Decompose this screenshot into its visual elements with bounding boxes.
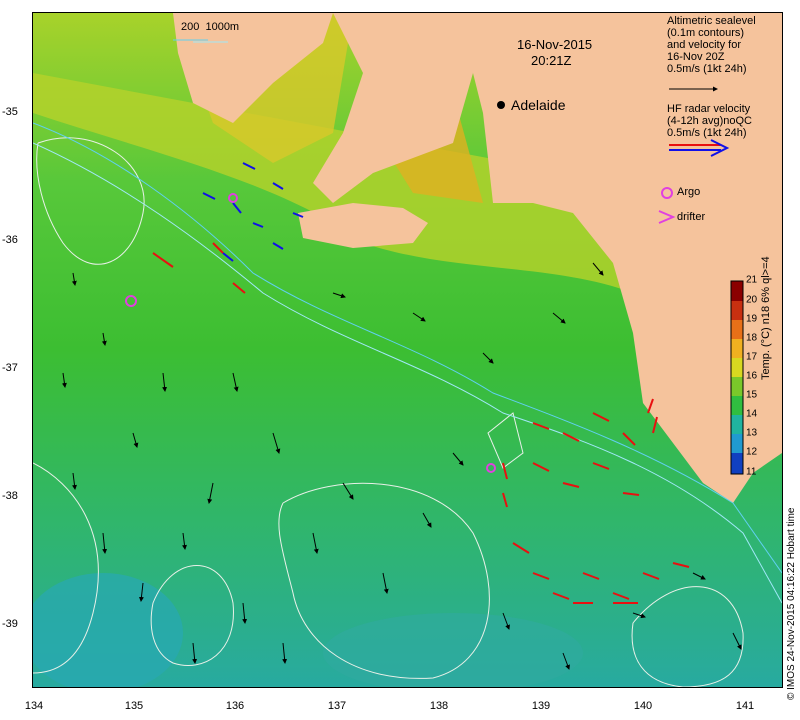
colorbar-tick: 11 xyxy=(746,466,757,478)
altimetry-legend-line: Altimetric sealevel xyxy=(667,15,756,27)
colorbar-tick: 13 xyxy=(746,427,758,439)
colorbar-tick: 16 xyxy=(746,370,758,382)
city-label: Adelaide xyxy=(511,97,566,113)
colorbar-tick: 14 xyxy=(746,408,758,420)
longitude-tick: 141 xyxy=(735,700,755,712)
colorbar-title: Temp. (°C) n18 6% ql>=4 xyxy=(760,256,772,380)
colorbar-tick: 18 xyxy=(746,332,758,344)
drifter-legend-label: drifter xyxy=(677,211,706,223)
copyright-notice: © IMOS 24-Nov-2015 04:16:22 Hobart time xyxy=(786,507,797,700)
colorbar-tick: 17 xyxy=(746,351,758,363)
colorbar-tick: 20 xyxy=(746,294,758,306)
longitude-tick: 140 xyxy=(633,700,653,712)
latitude-tick: -36 xyxy=(2,234,18,246)
radar-legend-line: HF radar velocity xyxy=(667,103,751,115)
map-frame: 200 1000m 16-Nov-2015 20:21Z Adelaide Al… xyxy=(32,12,783,688)
colorbar-tick: 12 xyxy=(746,446,758,458)
longitude-tick: 134 xyxy=(24,700,44,712)
radar-legend: HF radar velocity (4-12h avg)noQC 0.5m/s… xyxy=(667,103,752,139)
altimetry-legend: Altimetric sealevel (0.1m contours) and … xyxy=(667,15,756,75)
time-label: 20:21Z xyxy=(531,53,572,68)
altimetry-legend-line: 0.5m/s (1kt 24h) xyxy=(667,63,747,75)
longitude-tick: 138 xyxy=(429,700,449,712)
radar-legend-line: (4-12h avg)noQC xyxy=(667,115,752,127)
altimetry-legend-line: 16-Nov 20Z xyxy=(667,51,725,63)
argo-legend-label: Argo xyxy=(677,186,701,198)
colorbar-tick: 21 xyxy=(746,274,758,286)
latitude-tick: -39 xyxy=(2,618,18,630)
colorbar-tick: 15 xyxy=(746,389,758,401)
latitude-tick: -38 xyxy=(2,490,18,502)
altimetry-legend-line: and velocity for xyxy=(667,39,741,51)
date-label: 16-Nov-2015 xyxy=(517,37,593,52)
longitude-tick: 139 xyxy=(531,700,551,712)
latitude-tick: -35 xyxy=(2,106,18,118)
radar-legend-line: 0.5m/s (1kt 24h) xyxy=(667,127,747,139)
latitude-tick: -37 xyxy=(2,362,18,374)
depth-contour-label: 200 1000m xyxy=(181,21,240,33)
colorbar xyxy=(730,280,744,475)
city-marker xyxy=(497,101,505,109)
longitude-tick: 135 xyxy=(124,700,144,712)
colorbar-tick: 19 xyxy=(746,313,758,325)
longitude-tick: 137 xyxy=(327,700,347,712)
longitude-tick: 136 xyxy=(225,700,245,712)
altimetry-legend-line: (0.1m contours) xyxy=(667,27,745,39)
